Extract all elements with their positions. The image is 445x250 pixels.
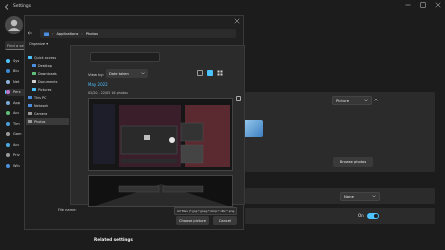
tree-item[interactable]: Camera <box>26 110 69 117</box>
grid-view-icon[interactable] <box>197 70 203 76</box>
background-type-value: Picture <box>336 98 350 103</box>
view-by-label: View by: <box>88 72 104 77</box>
tree-item[interactable]: Photos <box>26 118 69 125</box>
nav-item-icon <box>6 69 10 73</box>
folder-icon <box>44 32 49 36</box>
dialog-back-arrow-icon[interactable] <box>27 30 33 36</box>
nav-item-label: Blu <box>13 69 19 73</box>
photos-search-input[interactable] <box>90 52 160 62</box>
folder-icon <box>32 63 36 68</box>
tree-item-label: Downloads <box>38 71 57 76</box>
breadcrumb-separator: › <box>52 31 54 36</box>
cancel-button[interactable]: Cancel <box>213 216 237 225</box>
browse-photos-button[interactable]: Browse photos <box>333 157 373 167</box>
breadcrumb-separator: › <box>81 31 83 36</box>
tree-item[interactable]: Desktop <box>26 62 69 69</box>
folder-icon <box>32 87 36 92</box>
tree-item[interactable]: Pictures <box>26 86 69 93</box>
list-view-icon[interactable] <box>217 70 223 76</box>
nav-item-label: Gam <box>13 132 22 136</box>
avatar[interactable] <box>5 16 23 34</box>
tree-item[interactable]: Network <box>26 102 69 109</box>
tree-item-label: Desktop <box>38 63 52 68</box>
minimize-icon[interactable] <box>405 2 411 8</box>
tree-item[interactable]: This PC <box>26 94 69 101</box>
tree-item-label: Pictures <box>38 87 52 92</box>
organize-label: Organize <box>29 42 46 46</box>
nav-item-label: Net <box>13 79 20 84</box>
breadcrumb-applications[interactable]: Applications <box>56 32 78 36</box>
address-bar[interactable]: › Applications › Photos <box>40 29 236 38</box>
toggle-card <box>245 208 435 224</box>
dialog-close-icon[interactable] <box>234 18 240 24</box>
chevron-down-icon <box>141 72 145 75</box>
folder-icon <box>28 103 32 108</box>
fit-select-value: None <box>344 194 354 199</box>
folder-icon <box>32 71 36 76</box>
nav-item-label: Acc <box>13 142 20 147</box>
tree-item[interactable]: Downloads <box>26 70 69 77</box>
related-settings-heading: Related settings <box>94 237 133 242</box>
nav-item-label: App <box>13 100 21 105</box>
background-type-select[interactable]: Picture <box>332 96 372 105</box>
nav-item-icon <box>6 58 10 63</box>
nav-item-icon <box>6 100 10 105</box>
toggle-state-label: On <box>358 213 364 218</box>
folder-icon <box>28 55 32 60</box>
window-controls <box>405 2 441 8</box>
folder-icon <box>28 95 32 100</box>
tree-item-label: This PC <box>34 95 47 100</box>
file-type-filter[interactable]: All files (*.jpg;*.jpeg;*.bmp;*.dib;*.pn… <box>174 207 237 215</box>
back-arrow-icon[interactable] <box>4 4 10 10</box>
expand-chevron-icon[interactable] <box>374 98 378 101</box>
chevron-down-icon <box>372 195 376 198</box>
choose-picture-button[interactable]: Choose picture <box>176 216 209 225</box>
file-name-label: File name: <box>58 208 77 212</box>
nav-item-icon <box>6 132 10 136</box>
breadcrumb-photos[interactable]: Photos <box>86 32 98 36</box>
chevron-down-icon <box>364 99 368 102</box>
fit-select[interactable]: None <box>340 192 380 201</box>
maximize-icon[interactable] <box>420 2 426 8</box>
nav-item-icon <box>6 153 10 157</box>
nav-item-label: Pers <box>13 90 21 94</box>
folder-icon <box>28 111 32 116</box>
photo-thumbnail[interactable] <box>88 175 233 207</box>
photo-thumbnail[interactable] <box>88 98 233 171</box>
organize-menu[interactable]: Organize ▾ <box>29 42 48 46</box>
folder-icon <box>32 79 36 84</box>
nav-item-label: Priv <box>13 153 20 157</box>
nav-item-label: Tim <box>13 121 20 126</box>
nav-item-icon <box>6 121 10 126</box>
tree-item-label: Photos <box>34 119 46 124</box>
month-heading: May 2022 <box>88 82 108 87</box>
tree-item-label: Documents <box>38 79 58 84</box>
window-title: Settings <box>13 4 32 9</box>
month-summary: 05/20 - 22/05 16 photos <box>88 91 128 95</box>
nav-item-icon <box>6 163 10 168</box>
tree-item[interactable]: Documents <box>26 78 69 85</box>
tree-item-label: Camera <box>34 111 48 116</box>
folder-icon <box>28 119 32 124</box>
nav-item-label: Sys <box>13 58 20 63</box>
nav-item-icon <box>6 90 10 94</box>
nav-item-icon <box>6 79 10 84</box>
nav-item-label: Acc <box>13 111 20 115</box>
nav-item-label: Win <box>13 163 20 168</box>
close-icon[interactable] <box>435 2 441 8</box>
tree-item-label: Quick access <box>34 55 57 60</box>
select-checkbox[interactable] <box>236 96 241 101</box>
toggle-switch[interactable] <box>367 213 379 219</box>
tree-item[interactable]: Quick access <box>26 54 69 61</box>
nav-item-icon <box>6 111 10 115</box>
view-by-select[interactable]: Date taken <box>106 69 148 78</box>
nav-item-icon <box>6 142 10 147</box>
view-by-value: Date taken <box>109 71 129 76</box>
tree-item-label: Network <box>34 103 49 108</box>
tile-view-icon[interactable] <box>207 70 213 76</box>
